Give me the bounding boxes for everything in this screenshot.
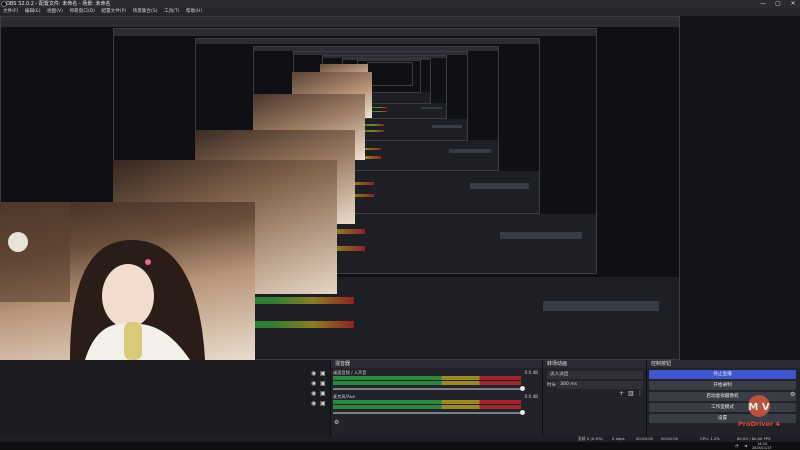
eye-icon[interactable]: ◉ — [311, 371, 317, 377]
preview-canvas[interactable] — [0, 16, 800, 360]
menu-docks[interactable]: 停靠窗口(D) — [69, 9, 95, 14]
menu-profile[interactable]: 配置文件(P) — [101, 9, 126, 14]
eye-icon[interactable]: ◉ — [311, 401, 317, 407]
lock-icon[interactable]: ▣ — [320, 401, 326, 407]
webcam-feed — [0, 202, 255, 360]
eye-icon[interactable]: ◉ — [311, 381, 317, 387]
more-icon[interactable]: ⋮ — [637, 391, 643, 397]
volume-slider[interactable] — [333, 410, 525, 415]
transition-type-value: 淡入淡出 — [550, 372, 569, 377]
transitions-title: 转场动画 — [543, 360, 647, 368]
add-icon[interactable]: + — [619, 391, 625, 397]
menu-view[interactable]: 视图(V) — [47, 9, 63, 14]
menu-edit[interactable]: 编辑(E) — [25, 9, 41, 14]
lock-icon[interactable]: ▣ — [320, 371, 326, 377]
duration-value: 300 ms — [560, 382, 578, 387]
volume-icon[interactable]: ◄ — [744, 442, 747, 450]
eye-icon[interactable]: ◉ — [311, 391, 317, 397]
duration-label: 时长 — [547, 383, 557, 388]
channel-db: 0.0 dB — [524, 394, 538, 399]
streamer-illustration — [0, 202, 205, 360]
audio-mixer-title: 混音器 — [331, 360, 542, 368]
menu-scene-collection[interactable]: 场景集合(S) — [133, 9, 158, 14]
logo-brand: ProDriver 4 — [738, 420, 780, 428]
volume-meter — [333, 400, 521, 404]
maximize-button[interactable]: ▢ — [771, 0, 785, 8]
start-recording-button[interactable]: 开始录制 — [649, 381, 796, 390]
logo-letters: M V — [748, 402, 769, 413]
volume-meter — [333, 405, 521, 409]
trash-icon[interactable]: ▥ — [628, 391, 634, 397]
menu-file[interactable]: 文件(F) — [3, 9, 18, 14]
volume-meter — [333, 376, 521, 380]
stop-streaming-button[interactable]: 停止直播 — [649, 370, 796, 379]
menu-bar: 文件(F) 编辑(E) 视图(V) 停靠窗口(D) 配置文件(P) 场景集合(S… — [0, 8, 800, 16]
menu-tools[interactable]: 工具(T) — [164, 9, 180, 14]
mixer-settings-icon[interactable]: ⚙ — [334, 420, 340, 426]
taskbar: ◔ ◄ 14:10 2025/11/17 — [0, 442, 800, 450]
menu-help[interactable]: 帮助(H) — [186, 9, 202, 14]
minimize-button[interactable]: — — [756, 0, 770, 8]
window-title: OBS 32.0.2 - 配置文件: 未命名 - 场景: 未命名 — [6, 1, 111, 7]
lock-icon[interactable]: ▣ — [320, 391, 326, 397]
audio-mixer-panel: 混音器 桌面音频 / 人声音 0.0 dB 麦克风/Aux 0.0 dB ⚙ — [330, 360, 542, 438]
gear-icon[interactable]: ⚙ — [790, 392, 796, 398]
controls-title: 控制按钮 — [647, 360, 800, 368]
clock-date[interactable]: 2025/11/17 — [752, 446, 772, 450]
close-button[interactable]: ✕ — [786, 0, 800, 8]
wifi-icon[interactable]: ◔ — [735, 442, 739, 450]
title-bar: OBS 32.0.2 - 配置文件: 未命名 - 场景: 未命名 — ▢ ✕ — [0, 0, 800, 8]
lock-icon[interactable]: ▣ — [320, 381, 326, 387]
volume-slider[interactable] — [333, 386, 525, 391]
transition-type-select[interactable]: 淡入淡出 — [547, 371, 643, 379]
volume-meter — [333, 381, 521, 385]
prodriver-logo: M V ProDriver 4 — [730, 393, 788, 431]
duration-input[interactable]: 300 ms — [557, 381, 643, 389]
nested-obs-preview — [367, 62, 413, 86]
transitions-panel: 转场动画 淡入淡出 时长 300 ms + ▥ ⋮ — [542, 360, 647, 438]
channel-db: 0.0 dB — [524, 370, 538, 375]
bottom-docks: 混音器 桌面音频 / 人声音 0.0 dB 麦克风/Aux 0.0 dB ⚙ ◉… — [0, 360, 800, 438]
